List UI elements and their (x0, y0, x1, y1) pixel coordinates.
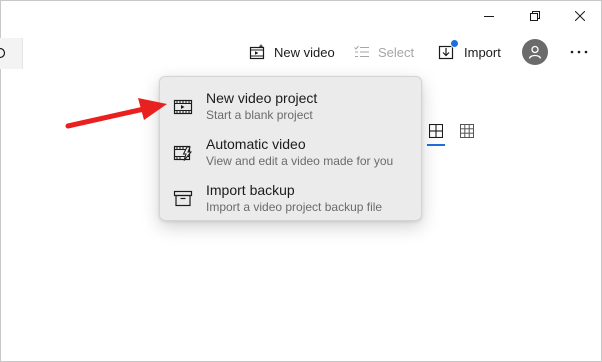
video-project-icon (173, 96, 193, 116)
annotation-arrow (65, 98, 167, 129)
checklist-icon (354, 45, 369, 57)
minimize-icon (484, 16, 494, 17)
new-video-label: New video (274, 44, 335, 60)
menu-item-title: New video project (206, 89, 318, 106)
large-grid-icon (429, 124, 443, 138)
new-video-button[interactable]: New video (248, 38, 335, 66)
import-button[interactable]: Import (438, 38, 501, 66)
menu-item-import-backup[interactable]: Import backup Import a video project bac… (160, 175, 421, 221)
menu-item-title: Automatic video (206, 135, 306, 152)
close-icon (575, 11, 585, 21)
search-input[interactable] (0, 38, 23, 69)
automatic-video-icon (173, 142, 193, 162)
small-grid-icon (460, 124, 474, 138)
restore-button[interactable] (512, 0, 558, 32)
menu-item-new-video-project[interactable]: New video project Start a blank project (160, 83, 421, 129)
menu-item-automatic-video[interactable]: Automatic video View and edit a video ma… (160, 129, 421, 175)
new-video-menu: New video project Start a blank project … (159, 76, 422, 221)
archive-box-icon (173, 188, 193, 208)
select-label: Select (378, 44, 415, 60)
new-video-icon (249, 44, 265, 60)
small-grid-view-toggle[interactable] (458, 124, 476, 146)
menu-item-subtitle: Import a video project backup file (206, 199, 383, 214)
close-button[interactable] (557, 0, 602, 32)
menu-item-title: Import backup (206, 181, 295, 198)
more-dots-icon (570, 50, 588, 54)
more-options-button[interactable] (566, 40, 592, 64)
search-icon (0, 47, 6, 59)
person-icon (528, 45, 542, 59)
large-grid-view-toggle[interactable] (427, 124, 445, 146)
minimize-button[interactable] (466, 0, 512, 32)
menu-item-subtitle: Start a blank project (206, 107, 313, 122)
import-label: Import (464, 44, 501, 60)
notification-dot (450, 39, 459, 48)
restore-icon (530, 11, 540, 21)
select-button[interactable]: Select (354, 38, 414, 66)
menu-item-subtitle: View and edit a video made for you (206, 153, 394, 168)
account-avatar[interactable] (522, 39, 548, 65)
import-icon-wrap (438, 39, 459, 61)
